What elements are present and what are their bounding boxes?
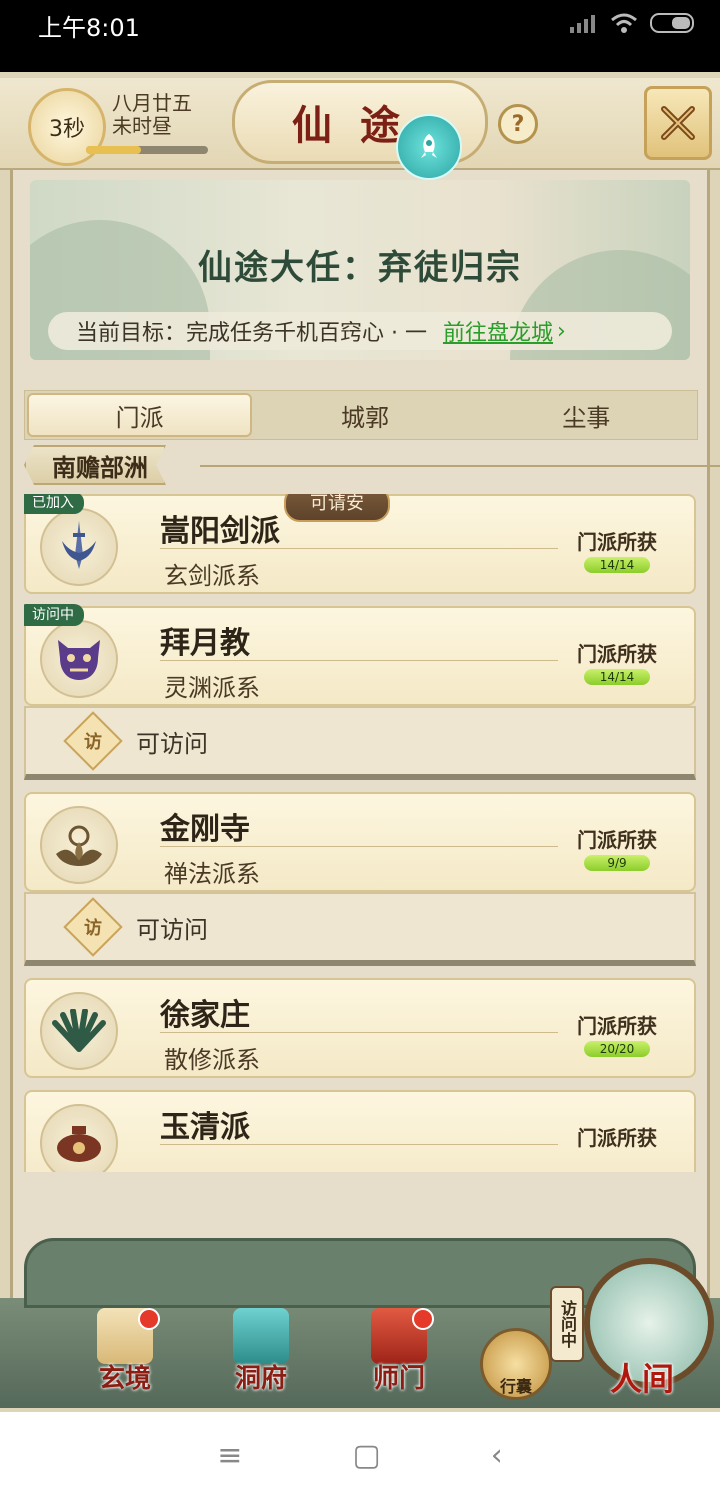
cauldron-emblem-icon	[40, 1104, 118, 1172]
sect-card[interactable]: 徐家庄 散修派系 门派所获 20/20	[24, 978, 696, 1078]
visiting-badge: 访问中	[24, 604, 84, 626]
sect-card[interactable]: 访问中 拜月教 灵渊派系 门派所获 14/14	[24, 604, 696, 706]
region-name: 南赡部洲	[24, 445, 166, 485]
sect-type: 禅法派系	[164, 860, 260, 888]
notification-dot	[412, 1308, 434, 1330]
lotus-emblem-icon	[40, 806, 118, 884]
game-date: 八月廿五 未时昼	[112, 92, 192, 138]
sect-name: 玉清派	[160, 1110, 250, 1145]
gain-count: 20/20	[584, 1041, 650, 1057]
divider	[160, 1144, 558, 1145]
nav-shimen[interactable]: 师门	[354, 1308, 444, 1398]
greeting-bubble[interactable]: 可请安	[284, 494, 390, 522]
divider	[160, 548, 558, 549]
wifi-icon	[611, 13, 637, 33]
visit-icon: 访	[63, 897, 123, 957]
gain-label: 门派所获	[577, 828, 657, 852]
demon-mask-emblem-icon	[40, 620, 118, 698]
close-icon	[661, 106, 695, 140]
sect-gain: 门派所获 14/14	[572, 638, 662, 685]
pouch-label: 行囊	[499, 1377, 532, 1396]
divider	[160, 660, 558, 661]
time-progress-fill	[86, 146, 141, 154]
status-icons	[570, 12, 696, 34]
category-tabs: 门派 城郭 尘事	[24, 390, 698, 440]
sect-card[interactable]: 玉清派 门派所获	[24, 1090, 696, 1172]
sect-gain: 门派所获 9/9	[572, 824, 662, 871]
help-icon: ?	[511, 111, 525, 137]
sect-name: 徐家庄	[160, 998, 250, 1033]
gain-count: 9/9	[584, 855, 650, 871]
visiting-tag: 访问中	[550, 1286, 584, 1362]
world-label: 人间	[610, 1360, 675, 1398]
timer-text: 3秒	[49, 117, 85, 142]
close-button[interactable]	[644, 86, 712, 160]
sect-card[interactable]: 已加入 可请安 嵩阳剑派 玄剑派系 门派所获 14/14	[24, 494, 696, 594]
sect-name: 金刚寺	[160, 812, 250, 847]
divider	[160, 846, 558, 847]
signal-icon	[570, 15, 595, 33]
tab-sects[interactable]: 门派	[27, 393, 253, 437]
sect-type: 散修派系	[164, 1046, 260, 1074]
sect-gain: 门派所获 14/14	[572, 526, 662, 573]
status-time: 上午8:01	[38, 14, 140, 42]
back-icon[interactable]: ‹	[491, 1438, 503, 1473]
gain-label: 门派所获	[577, 1014, 657, 1038]
battery-icon	[650, 13, 694, 33]
gain-label: 门派所获	[577, 642, 657, 666]
goal-link[interactable]: 前往盘龙城	[443, 315, 553, 347]
sect-type: 灵渊派系	[164, 674, 260, 702]
visit-label: 可访问	[136, 729, 208, 758]
nav-label: 洞府	[234, 1364, 287, 1394]
date-line-2: 未时昼	[112, 114, 172, 138]
home-icon[interactable]: ▢	[352, 1438, 380, 1473]
chevron-right-icon: ›	[557, 318, 566, 344]
sect-name: 拜月教	[160, 626, 250, 661]
sect-name: 嵩阳剑派	[160, 514, 280, 549]
quest-banner: 仙途大任：弃徒归宗 当前目标：完成任务千机百窍心 · 一 前往盘龙城 ›	[30, 180, 690, 360]
notification-dot	[138, 1308, 160, 1330]
fan-emblem-icon	[40, 992, 118, 1070]
gain-label: 门派所获	[577, 1126, 657, 1150]
sect-gain: 门派所获	[572, 1122, 662, 1151]
current-goal: 当前目标：完成任务千机百窍心 · 一 前往盘龙城 ›	[48, 312, 672, 350]
goal-label: 当前目标：完成任务千机百窍心 · 一	[76, 321, 427, 346]
system-nav-bar: ≡ ▢ ‹	[0, 1412, 720, 1499]
sect-type: 玄剑派系	[164, 562, 260, 590]
gain-count: 14/14	[584, 669, 650, 685]
gain-count: 14/14	[584, 557, 650, 573]
sword-emblem-icon	[40, 508, 118, 586]
nav-xuanjing[interactable]: 玄境	[80, 1308, 170, 1398]
joined-badge: 已加入	[24, 494, 84, 514]
region-header: 南赡部洲	[24, 445, 720, 485]
time-progress	[86, 146, 208, 154]
sect-card[interactable]: 金刚寺 禅法派系 门派所获 9/9	[24, 792, 696, 892]
date-line-1: 八月廿五	[112, 91, 192, 115]
menu-icon[interactable]: ≡	[217, 1438, 242, 1473]
tab-affairs[interactable]: 尘事	[476, 391, 697, 439]
sect-list[interactable]: 已加入 可请安 嵩阳剑派 玄剑派系 门派所获 14/14 访问中 拜月教 灵渊派…	[24, 494, 696, 1172]
status-bar: 上午8:01	[0, 0, 720, 48]
pavilion-icon	[233, 1308, 289, 1364]
pouch-button[interactable]: 行囊	[480, 1328, 552, 1400]
gain-label: 门派所获	[577, 530, 657, 554]
nav-label: 玄境	[98, 1364, 151, 1394]
rocket-button[interactable]	[396, 114, 462, 180]
divider	[160, 1032, 558, 1033]
timer-badge[interactable]: 3秒	[28, 88, 106, 166]
visit-label: 可访问	[136, 915, 208, 944]
visit-row[interactable]: 访 可访问	[24, 706, 696, 780]
quest-title: 仙途大任：弃徒归宗	[198, 248, 522, 288]
visit-icon: 访	[63, 711, 123, 771]
rocket-icon	[421, 134, 437, 158]
nav-dongfu[interactable]: 洞府	[216, 1308, 306, 1398]
nav-label: 师门	[372, 1364, 425, 1394]
region-divider	[200, 465, 720, 467]
help-button[interactable]: ?	[498, 104, 538, 144]
bottom-nav: 玄境 洞府 师门 行囊 访问中 人间	[0, 1238, 720, 1408]
sect-gain: 门派所获 20/20	[572, 1010, 662, 1057]
visit-row[interactable]: 访 可访问	[24, 892, 696, 966]
tab-cities[interactable]: 城郭	[254, 391, 475, 439]
